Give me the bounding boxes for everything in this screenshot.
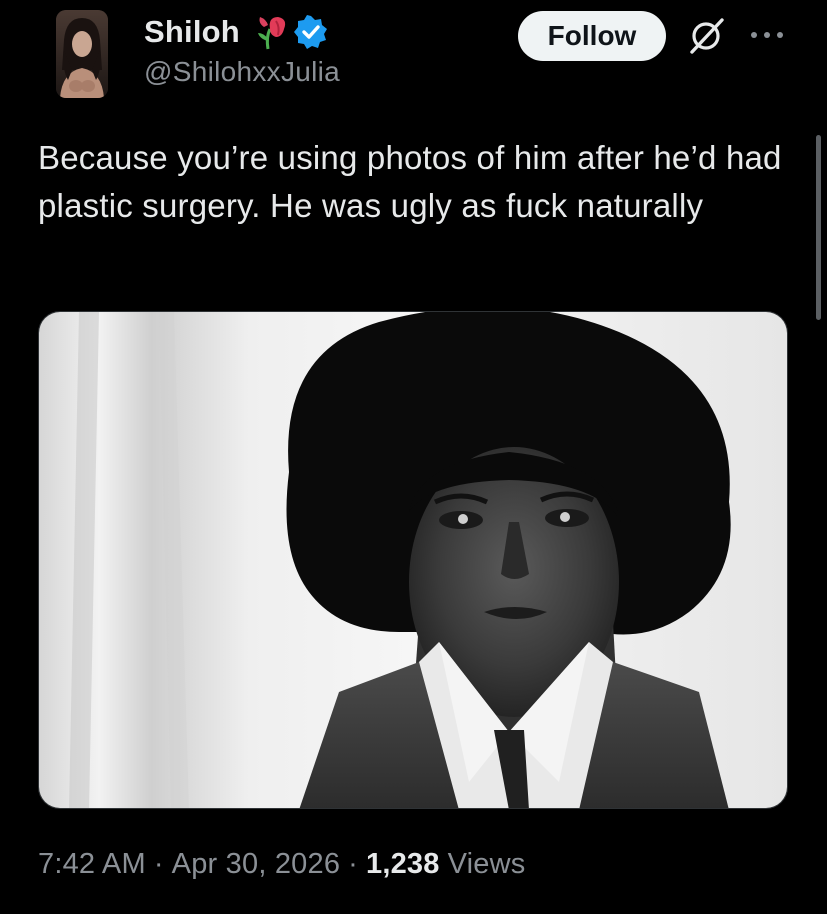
scrollbar[interactable] <box>816 135 821 320</box>
handle[interactable]: @ShilohxxJulia <box>144 56 340 88</box>
portrait-photo <box>39 312 787 808</box>
follow-button[interactable]: Follow <box>518 11 666 61</box>
tweet-time[interactable]: 7:42 AM <box>38 848 146 881</box>
grok-icon[interactable] <box>684 14 728 58</box>
tweet-text: Because you’re using photos of him after… <box>38 139 782 224</box>
tweet-photo[interactable] <box>38 311 788 809</box>
views-label[interactable]: Views <box>448 848 526 881</box>
more-dots-icon[interactable] <box>748 28 786 42</box>
meta-separator: · <box>348 848 359 880</box>
name-row: Shiloh <box>144 12 340 52</box>
avatar-image <box>56 10 108 98</box>
display-name[interactable]: Shiloh <box>144 14 240 50</box>
avatar[interactable] <box>56 10 108 98</box>
tweet-date[interactable]: Apr 30, 2026 <box>172 848 340 881</box>
meta-separator: · <box>153 848 164 880</box>
views-count[interactable]: 1,238 <box>366 848 440 881</box>
author-block: Shiloh @ShilohxxJulia <box>144 12 340 88</box>
verified-badge-icon[interactable] <box>293 15 328 49</box>
tweet-header: Shiloh @ShilohxxJulia Follow <box>0 0 827 110</box>
wilted-flower-icon <box>257 17 286 50</box>
tweet-meta: 7:42 AM · Apr 30, 2026 · 1,238 Views <box>38 848 525 881</box>
